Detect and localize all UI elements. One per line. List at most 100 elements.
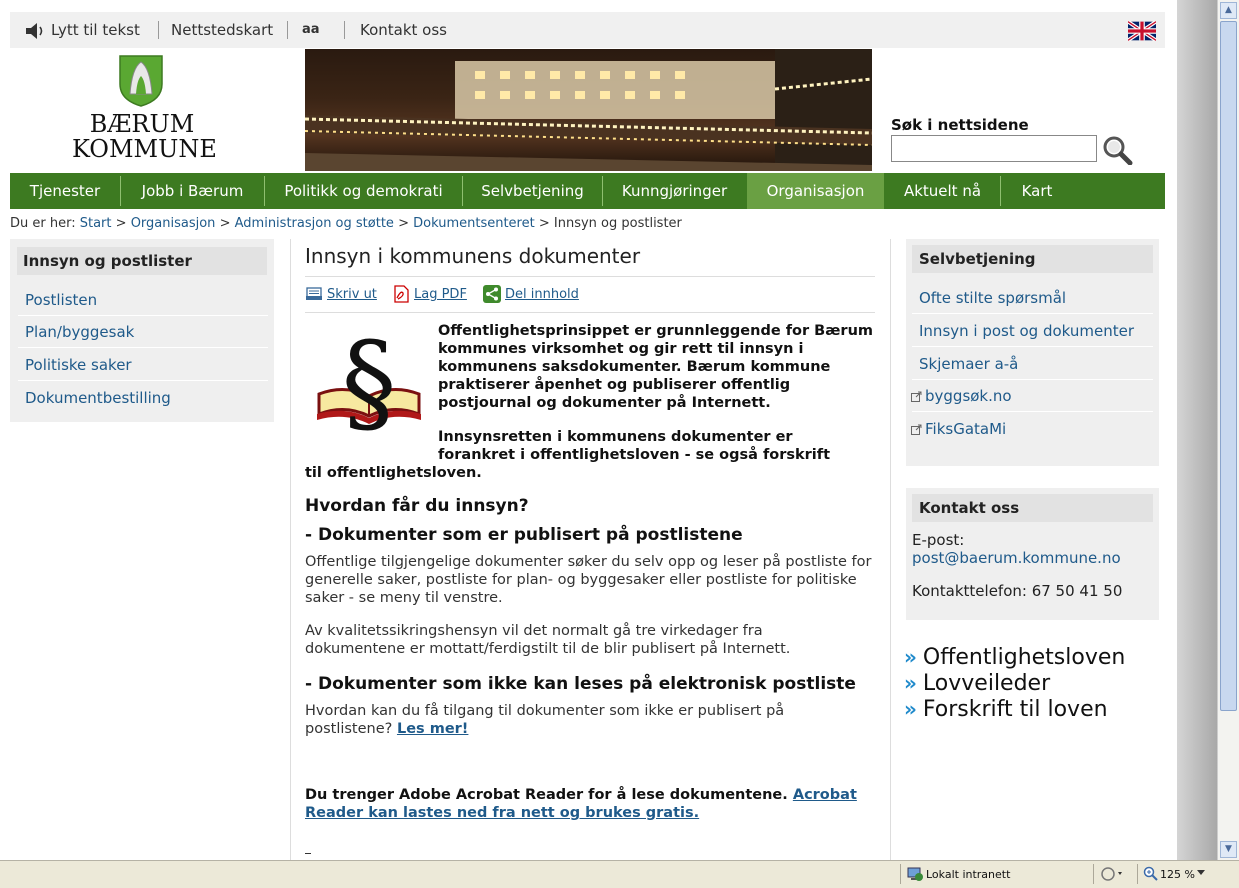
column-divider (890, 239, 891, 860)
link-label: Forskrift til loven (922, 697, 1108, 722)
protected-mode-icon[interactable] (1100, 866, 1124, 882)
divider (912, 379, 1153, 380)
left-item-dokumentbestilling[interactable]: Dokumentbestilling (25, 389, 171, 407)
header-banner-image (305, 49, 872, 171)
search-icon[interactable] (1102, 135, 1134, 165)
breadcrumb-administrasjon[interactable]: Administrasjon og støtte (235, 216, 394, 231)
published-paragraph-2: Av kvalitetssikringshensyn vil det norma… (305, 623, 791, 657)
divider (287, 21, 288, 39)
contact-email-label: E-post: (912, 531, 965, 549)
link-label: Lovveileder (922, 671, 1051, 696)
share-link[interactable]: Del innhold (505, 287, 579, 302)
vertical-scrollbar[interactable]: ▲ ▼ (1217, 0, 1239, 860)
left-item-politiske-saker[interactable]: Politiske saker (25, 356, 132, 374)
external-link-byggsok[interactable]: byggsøk.no (911, 387, 1012, 405)
nav-selvbetjening[interactable]: Selvbetjening (463, 173, 602, 209)
breadcrumb-separator: > (219, 216, 231, 231)
read-more-link[interactable]: Les mer! (397, 721, 468, 737)
breadcrumb: Du er her: Start > Organisasjon > Admini… (10, 216, 682, 231)
scroll-up-button[interactable]: ▲ (1220, 2, 1237, 19)
breadcrumb-separator: > (538, 216, 550, 231)
section-heading-published: - Dokumenter som er publisert på postlis… (305, 525, 743, 545)
logo-text[interactable]: BÆRUM KOMMUNE (72, 110, 217, 163)
contact-link[interactable]: Kontakt oss (360, 21, 447, 39)
contact-phone: Kontakttelefon: 67 50 41 50 (912, 582, 1123, 600)
intro-paragraph-2-end: til offentlighetsloven. (305, 465, 482, 481)
breadcrumb-dokumentsenteret[interactable]: Dokumentsenteret (413, 216, 535, 231)
contact-heading: Kontakt oss (912, 494, 1153, 522)
self-service-faq-link[interactable]: Ofte stilte spørsmål (919, 289, 1066, 307)
nav-jobb[interactable]: Jobb i Bærum (121, 173, 264, 209)
external-link-label: FiksGataMi (925, 420, 1007, 438)
external-link-fiksgatami[interactable]: FiksGataMi (911, 420, 1006, 438)
page: Lytt til tekst Nettstedskart aa Kontakt … (0, 0, 1177, 860)
intranet-zone-icon (907, 867, 923, 881)
contact-box: Kontakt oss E-post: post@baerum.kommune.… (906, 488, 1159, 620)
share-icon[interactable] (483, 285, 501, 303)
column-divider (290, 239, 291, 860)
not-published-paragraph: Hvordan kan du få tilgang til dokumenter… (305, 702, 805, 738)
scroll-thumb[interactable] (1220, 21, 1237, 711)
text-size-button[interactable]: aa (302, 22, 320, 37)
link-offentlighetsloven[interactable]: » Offentlighetsloven (904, 645, 1125, 670)
nav-kart[interactable]: Kart (1001, 173, 1073, 209)
external-link-icon (911, 391, 922, 402)
divider (305, 276, 875, 277)
divider (18, 347, 268, 348)
listen-link[interactable]: Lytt til tekst (51, 21, 140, 39)
double-chevron-icon: » (904, 645, 917, 669)
acrobat-paragraph: Du trenger Adobe Acrobat Reader for å le… (305, 786, 873, 822)
nav-politikk[interactable]: Politikk og demokrati (265, 173, 462, 209)
intro-paragraph-2-start: Innsynsretten i kommunens dokumenter er … (438, 429, 831, 463)
self-service-forms-link[interactable]: Skjemaer a-å (919, 355, 1018, 373)
security-zone-label: Lokalt intranett (926, 868, 1011, 881)
divider (1137, 864, 1138, 884)
divider (912, 411, 1153, 412)
pdf-link[interactable]: Lag PDF (414, 287, 467, 302)
contact-email-link[interactable]: post@baerum.kommune.no (912, 549, 1121, 567)
zoom-level[interactable]: 125 % (1160, 868, 1195, 881)
logo-line-2: KOMMUNE (72, 135, 217, 163)
chevron-down-icon[interactable] (1197, 870, 1205, 876)
nav-organisasjon[interactable]: Organisasjon (747, 173, 884, 209)
section-heading-how: Hvordan får du innsyn? (305, 496, 529, 516)
left-item-postlisten[interactable]: Postlisten (25, 291, 97, 309)
browser-status-bar: Lokalt intranett 125 % (0, 860, 1239, 888)
divider (1093, 864, 1094, 884)
print-icon[interactable] (305, 285, 323, 303)
double-chevron-icon: » (904, 671, 917, 695)
self-service-innsyn-link[interactable]: Innsyn i post og dokumenter (919, 322, 1134, 340)
speaker-icon[interactable] (24, 22, 46, 40)
search-label: Søk i nettsidene (891, 116, 1029, 134)
self-service-box: Selvbetjening Ofte stilte spørsmål Innsy… (906, 239, 1159, 466)
coat-of-arms-logo[interactable] (118, 54, 164, 108)
nav-aktuelt[interactable]: Aktuelt nå (885, 173, 1000, 209)
nav-tjenester[interactable]: Tjenester (10, 173, 120, 209)
divider (344, 21, 345, 39)
pdf-icon[interactable] (392, 285, 410, 303)
link-forskrift[interactable]: » Forskrift til loven (904, 697, 1108, 722)
divider (305, 853, 311, 854)
breadcrumb-separator: > (398, 216, 409, 231)
breadcrumb-current: Innsyn og postlister (553, 216, 682, 231)
breadcrumb-start[interactable]: Start (80, 216, 112, 231)
uk-flag-icon[interactable] (1128, 21, 1156, 41)
utility-bar: Lytt til tekst Nettstedskart aa Kontakt … (10, 12, 1165, 48)
sitemap-link[interactable]: Nettstedskart (171, 21, 273, 39)
scroll-down-button[interactable]: ▼ (1220, 841, 1237, 858)
search-input[interactable] (891, 135, 1097, 162)
self-service-heading: Selvbetjening (912, 245, 1153, 273)
nav-kunngjoringer[interactable]: Kunngjøringer (603, 173, 746, 209)
main-navigation: Tjenester Jobb i Bærum Politikk og demok… (10, 173, 1165, 209)
left-item-plan-byggesak[interactable]: Plan/byggesak (25, 323, 134, 341)
logo-line-1: BÆRUM (89, 110, 195, 138)
external-link-label: byggsøk.no (925, 387, 1012, 405)
zoom-icon[interactable] (1143, 866, 1159, 882)
print-link[interactable]: Skriv ut (327, 287, 377, 302)
breadcrumb-organisasjon[interactable]: Organisasjon (131, 216, 216, 231)
intro-paragraph-1: Offentlighetsprinsippet er grunnleggende… (438, 323, 874, 411)
acrobat-text: Du trenger Adobe Acrobat Reader for å le… (305, 787, 788, 803)
divider (912, 313, 1153, 314)
section-heading-not-published: - Dokumenter som ikke kan leses på elekt… (305, 674, 856, 694)
link-lovveileder[interactable]: » Lovveileder (904, 671, 1050, 696)
